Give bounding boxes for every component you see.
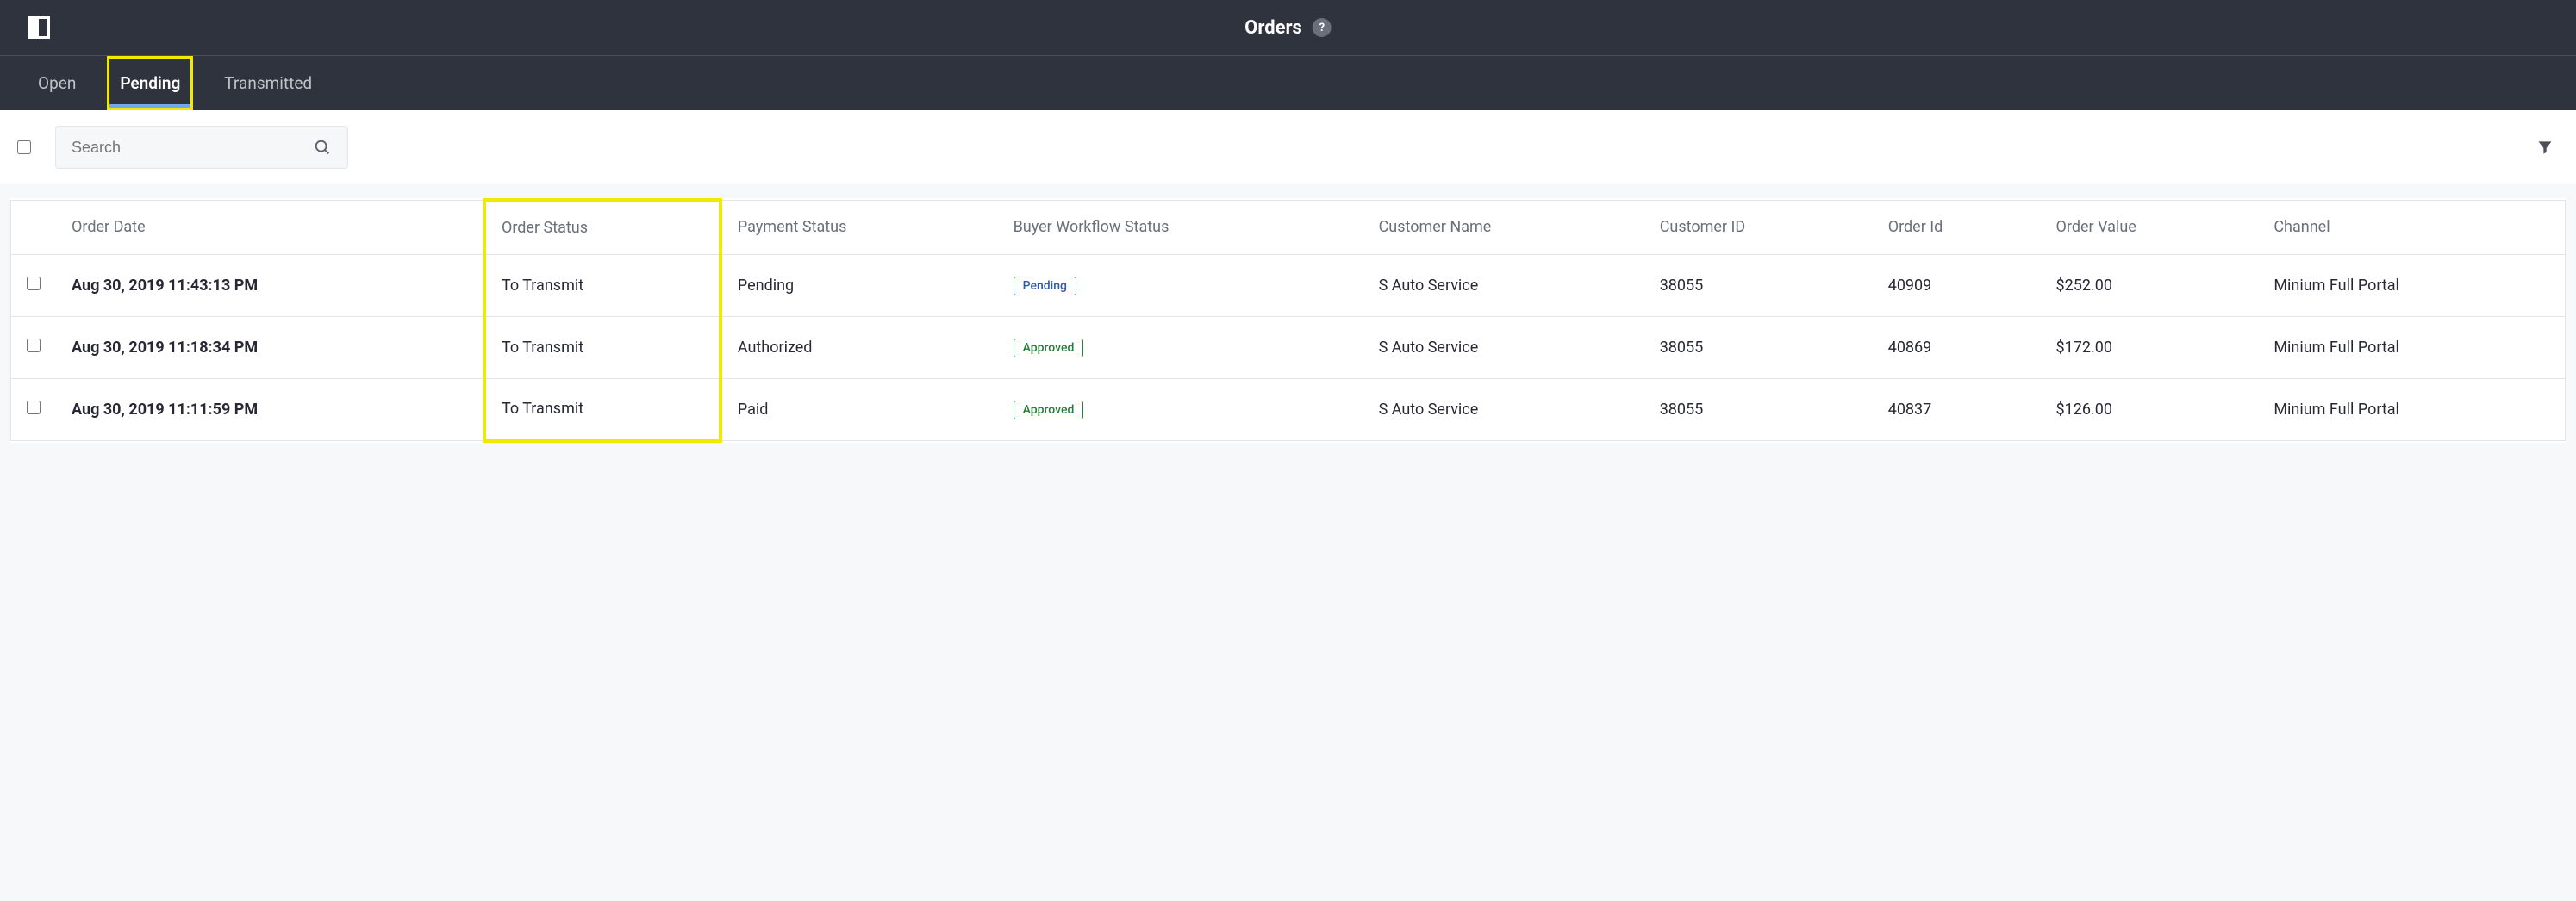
cell-customer-name: S Auto Service [1363, 255, 1644, 317]
row-checkbox-cell [11, 255, 57, 317]
search-field-wrap[interactable] [55, 126, 348, 169]
cell-buyer-workflow-status: Approved [998, 317, 1363, 379]
cell-customer-name: S Auto Service [1363, 379, 1644, 441]
table-row[interactable]: Aug 30, 2019 11:43:13 PMTo TransmitPendi… [11, 255, 2566, 317]
column-customer-name[interactable]: Customer Name [1363, 200, 1644, 255]
cell-channel: Minium Full Portal [2258, 317, 2565, 379]
select-all-checkbox[interactable] [17, 140, 31, 154]
cell-order-value: $172.00 [2041, 317, 2259, 379]
status-badge: Approved [1014, 339, 1084, 357]
help-icon[interactable]: ? [1313, 18, 1332, 37]
cell-order-id: 40909 [1873, 255, 2041, 317]
column-channel[interactable]: Channel [2258, 200, 2565, 255]
column-order-status[interactable]: Order Status [484, 200, 720, 255]
column-order-value[interactable]: Order Value [2041, 200, 2259, 255]
cell-order-date: Aug 30, 2019 11:43:13 PM [56, 255, 484, 317]
filter-button[interactable] [2531, 134, 2559, 161]
table-container: Order Date Order Status Payment Status B… [0, 184, 2576, 450]
orders-table: Order Date Order Status Payment Status B… [10, 198, 2566, 443]
row-checkbox-cell [11, 379, 57, 441]
cell-order-date: Aug 30, 2019 11:18:34 PM [56, 317, 484, 379]
cell-customer-name: S Auto Service [1363, 317, 1644, 379]
top-bar: Orders ? [0, 0, 2576, 56]
toolbar [0, 110, 2576, 184]
tab-open[interactable]: Open [28, 56, 86, 110]
cell-channel: Minium Full Portal [2258, 379, 2565, 441]
column-order-date[interactable]: Order Date [56, 200, 484, 255]
column-payment-status[interactable]: Payment Status [720, 200, 998, 255]
cell-customer-id: 38055 [1644, 255, 1873, 317]
page-title: Orders [1244, 17, 1302, 39]
status-badge: Pending [1014, 277, 1076, 295]
table-row[interactable]: Aug 30, 2019 11:11:59 PMTo TransmitPaid A… [11, 379, 2566, 441]
table-scroll[interactable]: Order Date Order Status Payment Status B… [10, 198, 2566, 443]
column-customer-id[interactable]: Customer ID [1644, 200, 1873, 255]
cell-order-id: 40869 [1873, 317, 2041, 379]
table-row[interactable]: Aug 30, 2019 11:18:34 PMTo TransmitAutho… [11, 317, 2566, 379]
cell-order-status: To Transmit [484, 255, 720, 317]
cell-buyer-workflow-status: Approved [998, 379, 1363, 441]
filter-icon [2536, 139, 2554, 156]
row-checkbox[interactable] [27, 277, 41, 290]
column-buyer-workflow-status[interactable]: Buyer Workflow Status [998, 200, 1363, 255]
tab-transmitted[interactable]: Transmitted [214, 56, 322, 110]
cell-payment-status: Paid [720, 379, 998, 441]
search-input[interactable] [72, 139, 313, 157]
cell-order-status: To Transmit [484, 317, 720, 379]
cell-customer-id: 38055 [1644, 317, 1873, 379]
cell-order-id: 40837 [1873, 379, 2041, 441]
panel-toggle-icon[interactable] [28, 16, 50, 39]
status-badge: Approved [1014, 401, 1084, 419]
column-checkbox [11, 200, 57, 255]
cell-order-status: To Transmit [484, 379, 720, 441]
table-header-row: Order Date Order Status Payment Status B… [11, 200, 2566, 255]
column-order-id[interactable]: Order Id [1873, 200, 2041, 255]
cell-payment-status: Authorized [720, 317, 998, 379]
cell-order-value: $252.00 [2041, 255, 2259, 317]
row-checkbox-cell [11, 317, 57, 379]
cell-buyer-workflow-status: Pending [998, 255, 1363, 317]
cell-customer-id: 38055 [1644, 379, 1873, 441]
cell-order-value: $126.00 [2041, 379, 2259, 441]
page-title-wrap: Orders ? [1244, 17, 1332, 39]
tab-bar: Open Pending Transmitted [0, 56, 2576, 110]
cell-order-date: Aug 30, 2019 11:11:59 PM [56, 379, 484, 441]
tab-pending[interactable]: Pending [107, 56, 193, 110]
cell-payment-status: Pending [720, 255, 998, 317]
row-checkbox[interactable] [27, 339, 41, 352]
row-checkbox[interactable] [27, 401, 41, 414]
cell-channel: Minium Full Portal [2258, 255, 2565, 317]
search-icon [313, 138, 332, 157]
